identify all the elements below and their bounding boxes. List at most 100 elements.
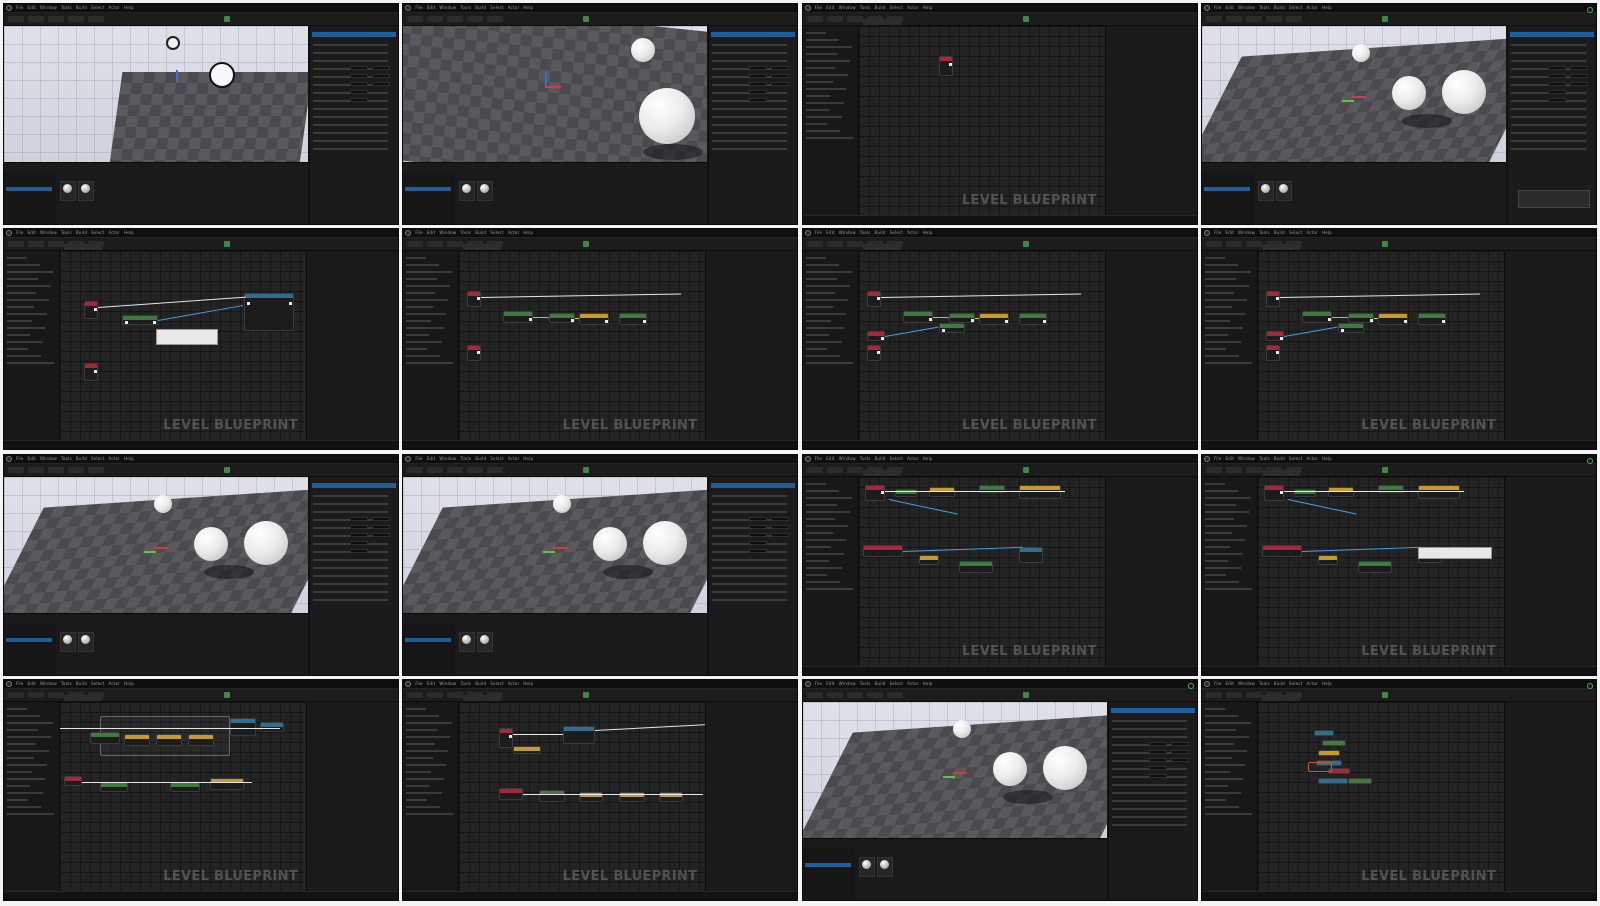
value-field[interactable]: [749, 524, 768, 529]
toolbar-button[interactable]: [487, 16, 504, 22]
asset-thumbnail[interactable]: [477, 181, 494, 201]
toolbar-button[interactable]: [846, 241, 863, 248]
sphere-small[interactable]: [553, 494, 572, 513]
math-node[interactable]: [1327, 486, 1354, 497]
asset-thumbnail[interactable]: [1275, 181, 1292, 201]
toolbar-button[interactable]: [447, 466, 464, 473]
value-field[interactable]: [350, 82, 368, 86]
menu-item-build[interactable]: Build: [875, 5, 886, 10]
value-field[interactable]: [1148, 749, 1167, 754]
function-node[interactable]: [1357, 560, 1392, 573]
blueprint-graph[interactable]: LEVEL BLUEPRINT: [459, 701, 706, 892]
node-pin[interactable]: [1004, 320, 1008, 324]
math-node[interactable]: [210, 777, 244, 790]
menu-item-build[interactable]: Build: [1274, 5, 1285, 10]
menu-item-help[interactable]: Help: [124, 230, 134, 235]
event-node[interactable]: [866, 331, 885, 342]
custom-event-node[interactable]: [1261, 544, 1302, 557]
unreal-logo-icon[interactable]: [1203, 680, 1210, 687]
menu-item-help[interactable]: Help: [523, 456, 533, 461]
menu-item-select[interactable]: Select: [490, 681, 504, 686]
menu-item-file[interactable]: File: [815, 5, 823, 10]
menu-item-window[interactable]: Window: [1238, 456, 1255, 461]
value-field[interactable]: [749, 516, 768, 521]
event-graph-tab[interactable]: [862, 469, 901, 476]
function-node[interactable]: [539, 789, 566, 802]
toolbar-button[interactable]: [1205, 466, 1222, 473]
menu-item-help[interactable]: Help: [523, 681, 533, 686]
value-field[interactable]: [350, 548, 368, 553]
event-node[interactable]: [1265, 331, 1284, 342]
menu-item-edit[interactable]: Edit: [28, 230, 37, 235]
sphere-medium[interactable]: [593, 526, 628, 561]
toolbar-button[interactable]: [806, 241, 823, 248]
menu-item-select[interactable]: Select: [890, 230, 904, 235]
toolbar-button[interactable]: [407, 466, 424, 473]
toolbar-button[interactable]: [826, 241, 843, 248]
toolbar-button[interactable]: [846, 466, 863, 473]
menu-item-window[interactable]: Window: [439, 456, 456, 461]
event-graph-tab[interactable]: [1261, 694, 1300, 701]
value-field[interactable]: [350, 98, 368, 102]
node-pin[interactable]: [1327, 318, 1331, 322]
selected-folder[interactable]: [1203, 187, 1250, 191]
toolbar-button[interactable]: [88, 466, 104, 473]
menu-item-select[interactable]: Select: [890, 5, 904, 10]
node-pin[interactable]: [1403, 320, 1407, 324]
menu-item-window[interactable]: Window: [839, 681, 856, 686]
value-field[interactable]: [1148, 757, 1167, 762]
blueprint-graph[interactable]: LEVEL BLUEPRINT: [858, 251, 1105, 442]
toolbar-button[interactable]: [1245, 16, 1262, 22]
toolbar-button[interactable]: [1285, 16, 1302, 22]
menu-item-build[interactable]: Build: [475, 230, 486, 235]
menu-item-window[interactable]: Window: [439, 681, 456, 686]
menu-item-select[interactable]: Select: [490, 456, 504, 461]
node-pin[interactable]: [1279, 490, 1283, 494]
menu-item-file[interactable]: File: [1214, 230, 1222, 235]
node-pin[interactable]: [94, 370, 97, 374]
menu-item-actor[interactable]: Actor: [508, 681, 520, 686]
node-pin[interactable]: [643, 320, 647, 324]
menu-item-file[interactable]: File: [415, 5, 423, 10]
function-node[interactable]: [170, 781, 200, 792]
event-node[interactable]: [84, 363, 98, 382]
menu-item-help[interactable]: Help: [1322, 230, 1332, 235]
sphere-small[interactable]: [952, 719, 971, 738]
selected-folder[interactable]: [405, 187, 452, 191]
toolbar-button[interactable]: [1265, 16, 1282, 22]
value-field[interactable]: [350, 90, 368, 94]
menu-item-tools[interactable]: Tools: [460, 681, 471, 686]
toolbar-button[interactable]: [407, 691, 424, 698]
menu-item-build[interactable]: Build: [76, 681, 87, 686]
menu-item-select[interactable]: Select: [890, 456, 904, 461]
function-node[interactable]: [549, 313, 576, 324]
node-pin[interactable]: [125, 321, 128, 325]
toolbar-button[interactable]: [866, 691, 883, 698]
menu-item-window[interactable]: Window: [1238, 681, 1255, 686]
asset-thumbnail[interactable]: [78, 181, 94, 201]
value-field[interactable]: [771, 74, 790, 78]
sphere-large[interactable]: [1042, 745, 1087, 790]
value-field[interactable]: [749, 532, 768, 537]
play-icon[interactable]: [583, 691, 590, 698]
asset-thumbnail[interactable]: [60, 631, 76, 652]
toolbar-button[interactable]: [846, 16, 863, 22]
menu-item-window[interactable]: Window: [40, 230, 57, 235]
play-icon[interactable]: [224, 241, 230, 248]
graph-node[interactable]: [1321, 739, 1346, 746]
function-node[interactable]: [100, 781, 128, 792]
asset-thumbnail[interactable]: [78, 631, 94, 652]
value-field[interactable]: [1547, 98, 1566, 102]
event-node[interactable]: [1263, 484, 1284, 501]
value-field[interactable]: [1547, 90, 1566, 94]
unreal-logo-icon[interactable]: [6, 455, 12, 462]
event-node[interactable]: [864, 484, 885, 501]
math-node[interactable]: [918, 554, 939, 565]
selected-actor-row[interactable]: [711, 32, 796, 37]
menu-item-window[interactable]: Window: [439, 5, 456, 10]
menu-item-actor[interactable]: Actor: [907, 5, 919, 10]
menu-item-tools[interactable]: Tools: [61, 5, 72, 10]
value-field[interactable]: [771, 516, 790, 521]
blueprint-graph[interactable]: LEVEL BLUEPRINT: [60, 701, 306, 892]
gizmo-z-axis[interactable]: [1341, 100, 1354, 102]
